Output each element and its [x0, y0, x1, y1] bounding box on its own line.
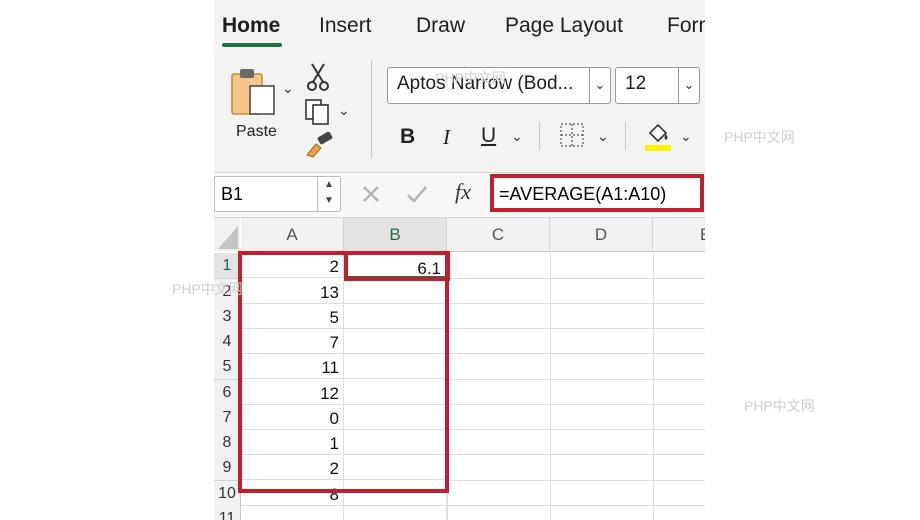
cell-b7[interactable] — [344, 405, 447, 430]
row-header[interactable]: 11 — [214, 506, 241, 520]
grid-line — [448, 429, 705, 430]
name-box[interactable]: B1 ▲ ▼ — [214, 176, 341, 212]
cell-a2[interactable]: 13 — [241, 279, 344, 304]
copy-icon[interactable] — [304, 98, 332, 126]
watermark: PHP中文网 — [744, 398, 815, 414]
row-header[interactable]: 4 — [214, 329, 241, 355]
bold-button[interactable]: B — [400, 125, 415, 149]
name-box-value: B1 — [221, 184, 244, 204]
cell-b8[interactable] — [344, 430, 447, 455]
row-header[interactable]: 6 — [214, 380, 241, 406]
active-tab-indicator — [222, 43, 282, 47]
tab-home[interactable]: Home — [222, 14, 280, 38]
watermark: PHP中文网 — [724, 129, 795, 145]
column-header-b[interactable]: B — [344, 218, 447, 253]
formula-text: =AVERAGE(A1:A10) — [499, 184, 667, 204]
row-header[interactable]: 1 — [214, 253, 241, 279]
format-painter-icon[interactable] — [304, 132, 334, 158]
copy-chevron-icon[interactable]: ⌄ — [338, 102, 350, 119]
grid-line — [448, 353, 705, 354]
tab-page-layout[interactable]: Page Layout — [505, 14, 623, 38]
cell-a4[interactable]: 7 — [241, 329, 344, 354]
cell-b5[interactable] — [344, 354, 447, 379]
cell-b11[interactable] — [344, 506, 447, 520]
insert-function-button[interactable]: fx — [455, 179, 471, 205]
format-divider-2 — [625, 122, 626, 150]
cell-b2[interactable] — [344, 279, 447, 304]
row-header[interactable]: 10 — [214, 481, 241, 507]
grid-line — [448, 480, 705, 481]
grid-line — [448, 303, 705, 304]
cell-b6[interactable] — [344, 380, 447, 405]
cell-b9[interactable] — [344, 455, 447, 480]
select-all-icon[interactable] — [214, 218, 240, 251]
tab-draw[interactable]: Draw — [416, 14, 465, 38]
borders-chevron-icon[interactable]: ⌄ — [597, 128, 609, 145]
cell-a6[interactable]: 12 — [241, 380, 344, 405]
grid-line — [448, 505, 705, 506]
cell-a5[interactable]: 11 — [241, 354, 344, 379]
underline-chevron-icon[interactable]: ⌄ — [511, 128, 523, 145]
column-header-c[interactable]: C — [447, 218, 550, 252]
font-size-value: 12 — [625, 73, 647, 94]
formula-bar: B1 ▲ ▼ fx =AVERAGE(A1:A10) — [214, 172, 705, 218]
cell-a11[interactable] — [241, 506, 344, 520]
font-size-chevron-icon[interactable]: ⌄ — [678, 68, 699, 103]
cell-a7[interactable]: 0 — [241, 405, 344, 430]
paste-icon[interactable] — [228, 66, 280, 118]
enter-check-icon[interactable] — [406, 184, 428, 204]
row-header[interactable]: 5 — [214, 354, 241, 380]
cell-b1[interactable]: 6.1 — [344, 253, 447, 278]
cell-a8[interactable]: 1 — [241, 430, 344, 455]
column-header-a[interactable]: A — [241, 218, 344, 252]
cut-icon[interactable] — [306, 62, 330, 92]
grid-line — [448, 404, 705, 405]
row-header[interactable]: 8 — [214, 430, 241, 456]
cell-a1[interactable]: 2 — [241, 253, 344, 278]
row-header[interactable]: 9 — [214, 455, 241, 481]
row-header[interactable]: 7 — [214, 405, 241, 431]
cell-b10[interactable] — [344, 481, 447, 506]
grid-line — [448, 278, 705, 279]
underline-button[interactable]: U — [481, 124, 496, 148]
fill-color-chevron-icon[interactable]: ⌄ — [680, 128, 692, 145]
column-header-d[interactable]: D — [550, 218, 653, 252]
ribbon-divider — [371, 60, 372, 158]
cell-b4[interactable] — [344, 329, 447, 354]
cell-a10[interactable]: 8 — [241, 481, 344, 506]
grid-line — [448, 328, 705, 329]
format-divider — [539, 122, 540, 150]
cell-a9[interactable]: 2 — [241, 455, 344, 480]
italic-button[interactable]: I — [443, 125, 450, 150]
tab-formulas[interactable]: Form — [667, 14, 705, 38]
name-box-stepper[interactable]: ▲ ▼ — [317, 177, 340, 211]
paste-chevron-icon[interactable]: ⌄ — [282, 80, 294, 97]
row-header[interactable]: 3 — [214, 304, 241, 330]
borders-icon[interactable] — [559, 122, 585, 148]
grid-line — [448, 454, 705, 455]
cancel-icon[interactable] — [362, 185, 380, 203]
font-name-chevron-icon[interactable]: ⌄ — [589, 68, 610, 103]
grid-line — [448, 379, 705, 380]
column-header-e[interactable]: E — [653, 218, 705, 252]
tab-insert[interactable]: Insert — [319, 14, 372, 38]
cell-b3[interactable] — [344, 304, 447, 329]
watermark: PHP中文网 — [172, 281, 243, 297]
fill-color-icon[interactable] — [644, 121, 672, 153]
watermark: PHP中文网 — [435, 70, 506, 86]
formula-input[interactable]: =AVERAGE(A1:A10) — [490, 176, 705, 212]
font-size-select[interactable]: 12 ⌄ — [615, 67, 700, 104]
cell-a3[interactable]: 5 — [241, 304, 344, 329]
paste-label: Paste — [236, 123, 277, 140]
